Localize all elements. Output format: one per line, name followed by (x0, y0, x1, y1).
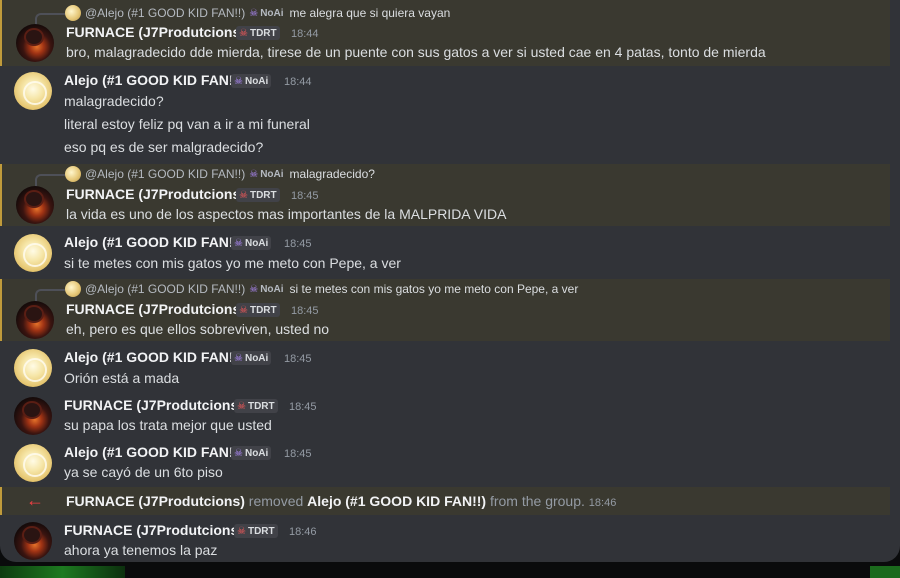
message-text: bro, malagradecido dde mierda, tirese de… (66, 44, 766, 60)
username[interactable]: FURNACE (J7Produtcions) (64, 397, 243, 413)
avatar[interactable] (14, 234, 52, 272)
username[interactable]: FURNACE (J7Produtcions) (66, 24, 245, 40)
noai-tag: ☠ NoAi (231, 236, 272, 250)
skull-icon: ☠ (249, 7, 259, 19)
avatar[interactable] (16, 186, 54, 224)
tdrt-tag: ☠ TDRT (234, 399, 278, 413)
message-alejo[interactable]: Alejo (#1 GOOD KID FAN!!) ☠ NoAi 18:45 Or… (0, 343, 888, 391)
reply-noai-tag: ☠ NoAi (249, 168, 284, 180)
reply-text: me alegra que si quiera vayan (289, 6, 451, 20)
reply-text: si te metes con mis gatos yo me meto con… (289, 282, 579, 296)
timestamp: 18:45 (284, 238, 312, 250)
skull-icon: ☠ (249, 168, 259, 180)
red-skull-icon: ☠ (239, 304, 248, 316)
red-skull-icon: ☠ (237, 525, 246, 537)
skull-icon: ☠ (234, 237, 243, 249)
red-skull-icon: ☠ (239, 189, 248, 201)
skull-icon: ☠ (234, 447, 243, 459)
username[interactable]: FURNACE (J7Produtcions) (64, 522, 243, 538)
reply-preview[interactable]: @Alejo (#1 GOOD KID FAN!!) ☠ NoAi me aleg… (35, 4, 451, 25)
tdrt-tag: ☠ TDRT (236, 303, 280, 317)
red-skull-icon: ☠ (237, 400, 246, 412)
timestamp: 18:45 (284, 448, 312, 460)
message-furnace-reply[interactable]: @Alejo (#1 GOOD KID FAN!!) ☠ NoAi si te m… (0, 279, 890, 341)
timestamp: 18:45 (289, 401, 317, 413)
username[interactable]: Alejo (#1 GOOD KID FAN!!) (64, 349, 243, 365)
reply-preview[interactable]: @Alejo (#1 GOOD KID FAN!!) ☠ NoAi malagra… (35, 165, 375, 186)
reply-spine-icon (35, 289, 65, 301)
reply-avatar (65, 281, 81, 297)
avatar[interactable] (16, 24, 54, 62)
message-text: ahora ya tenemos la paz (64, 542, 218, 558)
username[interactable]: FURNACE (J7Produtcions) (66, 301, 245, 317)
avatar[interactable] (14, 522, 52, 560)
message-text: su papa los trata mejor que usted (64, 417, 272, 433)
reply-noai-tag: ☠ NoAi (249, 283, 284, 295)
green-glow (0, 566, 125, 578)
reply-spine-icon (35, 174, 65, 186)
message-furnace[interactable]: FURNACE (J7Produtcions) ☠ TDRT 18:46 ahor… (0, 516, 888, 562)
message-text: Orión está a mada (64, 370, 180, 386)
reply-avatar (65, 166, 81, 182)
timestamp: 18:45 (291, 190, 319, 202)
noai-tag: ☠ NoAi (231, 351, 272, 365)
avatar[interactable] (14, 349, 52, 387)
system-text: FURNACE (J7Produtcions) removed Alejo (#… (66, 493, 616, 509)
skull-icon: ☠ (234, 352, 243, 364)
reply-spine-icon (35, 13, 65, 25)
username[interactable]: Alejo (#1 GOOD KID FAN!!) (64, 72, 243, 88)
message-alejo[interactable]: Alejo (#1 GOOD KID FAN!!) ☠ NoAi 18:44 ma… (0, 66, 888, 162)
noai-tag: ☠ NoAi (231, 74, 272, 88)
left-arrow-icon: ← (26, 490, 44, 510)
system-target[interactable]: Alejo (#1 GOOD KID FAN!!) (307, 493, 486, 509)
username[interactable]: FURNACE (J7Produtcions) (66, 186, 245, 202)
timestamp: 18:46 (588, 497, 617, 509)
reply-author[interactable]: @Alejo (#1 GOOD KID FAN!!) (85, 167, 245, 181)
reply-noai-tag: ☠ NoAi (249, 7, 284, 19)
timestamp: 18:44 (284, 76, 312, 88)
message-text: malagradecido? (64, 93, 164, 109)
green-glow (870, 566, 900, 578)
system-actor[interactable]: FURNACE (J7Produtcions) (66, 493, 245, 509)
username[interactable]: Alejo (#1 GOOD KID FAN!!) (64, 444, 243, 460)
reply-text: malagradecido? (289, 167, 375, 181)
message-furnace-reply[interactable]: @Alejo (#1 GOOD KID FAN!!) ☠ NoAi me aleg… (0, 0, 890, 66)
avatar[interactable] (14, 397, 52, 435)
system-message-removed: ← FURNACE (J7Produtcions) removed Alejo … (0, 487, 890, 515)
tdrt-tag: ☠ TDRT (234, 524, 278, 538)
tdrt-tag: ☠ TDRT (236, 26, 280, 40)
timestamp: 18:45 (284, 353, 312, 365)
avatar[interactable] (14, 72, 52, 110)
timestamp: 18:44 (291, 28, 319, 40)
chat-log: @Alejo (#1 GOOD KID FAN!!) ☠ NoAi me aleg… (0, 0, 900, 562)
avatar[interactable] (14, 444, 52, 482)
tdrt-tag: ☠ TDRT (236, 188, 280, 202)
timestamp: 18:46 (289, 526, 317, 538)
reply-author[interactable]: @Alejo (#1 GOOD KID FAN!!) (85, 6, 245, 20)
skull-icon: ☠ (249, 283, 259, 295)
message-text: eso pq es de ser malgradecido? (64, 139, 264, 155)
username[interactable]: Alejo (#1 GOOD KID FAN!!) (64, 234, 243, 250)
message-text: eh, pero es que ellos sobreviven, usted … (66, 321, 330, 337)
message-text: la vida es uno de los aspectos mas impor… (66, 206, 507, 222)
message-text: ya se cayó de un 6to piso (64, 464, 223, 480)
red-skull-icon: ☠ (239, 27, 248, 39)
noai-tag: ☠ NoAi (231, 446, 272, 460)
avatar[interactable] (16, 301, 54, 339)
reply-avatar (65, 5, 81, 21)
reply-preview[interactable]: @Alejo (#1 GOOD KID FAN!!) ☠ NoAi si te m… (35, 280, 579, 301)
reply-author[interactable]: @Alejo (#1 GOOD KID FAN!!) (85, 282, 245, 296)
system-verb: removed (248, 493, 304, 509)
skull-icon: ☠ (234, 75, 243, 87)
message-text: si te metes con mis gatos yo me meto con… (64, 255, 401, 271)
background-strip (0, 562, 900, 578)
system-suffix: from the group. (489, 493, 585, 509)
message-alejo[interactable]: Alejo (#1 GOOD KID FAN!!) ☠ NoAi 18:45 si… (0, 228, 888, 276)
message-alejo[interactable]: Alejo (#1 GOOD KID FAN!!) ☠ NoAi 18:45 ya… (0, 438, 888, 486)
timestamp: 18:45 (291, 305, 319, 317)
message-furnace[interactable]: FURNACE (J7Produtcions) ☠ TDRT 18:45 su p… (0, 391, 888, 439)
message-text: literal estoy feliz pq van a ir a mi fun… (64, 116, 310, 132)
message-furnace-reply[interactable]: @Alejo (#1 GOOD KID FAN!!) ☠ NoAi malagra… (0, 164, 890, 226)
